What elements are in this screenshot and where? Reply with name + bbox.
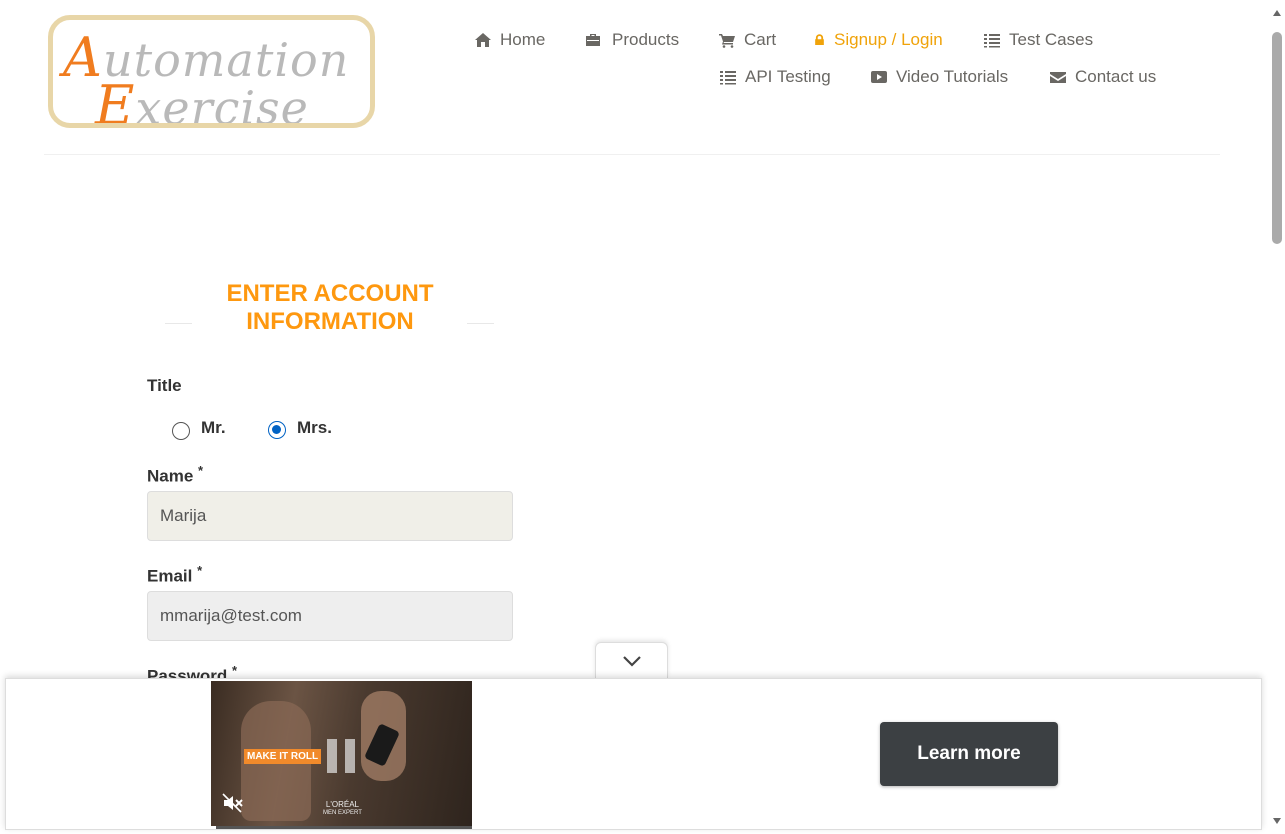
scroll-thumb[interactable] [1272, 32, 1282, 244]
pause-icon[interactable] [327, 739, 359, 773]
title-mrs-label[interactable]: Mrs. [297, 418, 332, 438]
home-icon [475, 33, 491, 47]
cart-icon [719, 34, 735, 48]
ad-tagline: MAKE IT ROLL [244, 749, 322, 764]
site-logo[interactable]: Automation Exercise [48, 15, 375, 128]
list-icon [984, 34, 1000, 48]
youtube-play-icon [871, 71, 887, 83]
ad-collapse-button[interactable] [595, 642, 668, 678]
envelope-icon [1050, 72, 1066, 83]
ad-video[interactable]: MAKE IT ROLL L'ORÉAL MEN EXPERT [211, 681, 472, 829]
scroll-down-arrow-icon[interactable] [1273, 818, 1281, 824]
nav-api-testing[interactable]: API Testing [719, 67, 831, 87]
nav-video-tutorials[interactable]: Video Tutorials [870, 67, 1008, 87]
header-divider [44, 154, 1220, 155]
title-mr-label[interactable]: Mr. [201, 418, 226, 438]
nav-cart[interactable]: Cart [718, 30, 776, 50]
lock-icon [815, 34, 824, 46]
email-input[interactable]: mmarija@test.com [147, 591, 513, 641]
scroll-up-arrow-icon[interactable] [1273, 10, 1281, 16]
logo-text-line2: Exercise [95, 74, 309, 128]
chevron-down-icon [622, 655, 641, 667]
name-input[interactable]: Marija [147, 491, 513, 541]
nav-signup-login[interactable]: Signup / Login [813, 30, 943, 50]
title-mrs-radio[interactable] [268, 421, 286, 439]
title-mr-radio[interactable] [172, 422, 190, 440]
title-label: Title [147, 376, 182, 395]
page-scrollbar[interactable] [1269, 0, 1285, 834]
nav-products[interactable]: Products [584, 30, 679, 50]
nav-contact-us[interactable]: Contact us [1049, 67, 1156, 87]
nav-home[interactable]: Home [474, 30, 545, 50]
form-heading: ENTER ACCOUNT INFORMATION [226, 280, 434, 335]
list-icon [720, 71, 736, 85]
ad-progress-bar [211, 826, 472, 829]
name-label: Name * [147, 463, 204, 486]
learn-more-button[interactable]: Learn more [880, 722, 1058, 786]
briefcase-icon [586, 34, 600, 46]
email-label: Email * [147, 563, 203, 586]
ad-banner: MAKE IT ROLL L'ORÉAL MEN EXPERT Learn mo… [5, 678, 1262, 830]
mute-icon[interactable] [221, 791, 245, 815]
ad-brand-logo: L'ORÉAL MEN EXPERT [323, 800, 362, 817]
nav-test-cases[interactable]: Test Cases [983, 30, 1093, 50]
